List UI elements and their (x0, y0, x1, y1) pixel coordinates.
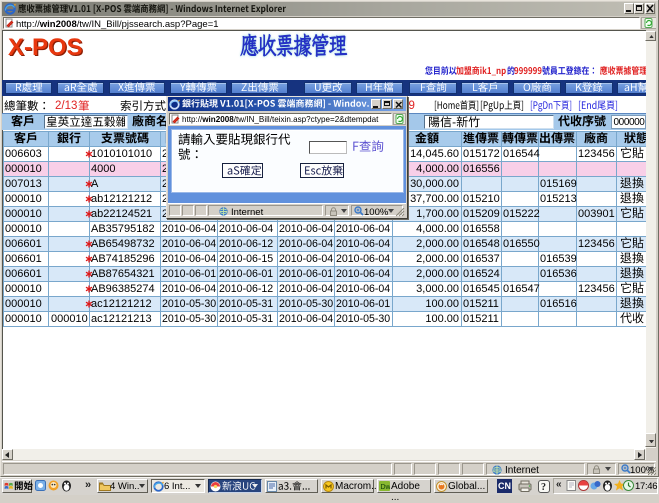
svg-text:Dw: Dw (381, 484, 391, 491)
svg-text:?: ? (541, 482, 546, 493)
